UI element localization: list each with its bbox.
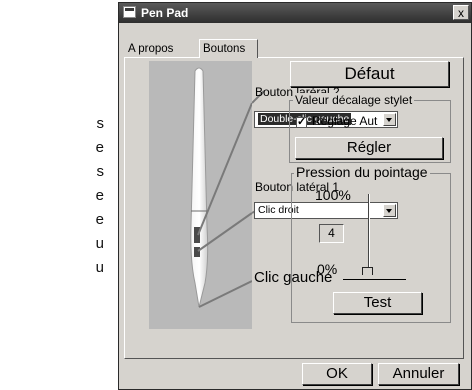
side-text-line: e — [95, 211, 104, 228]
close-button[interactable]: x — [453, 5, 469, 20]
app-icon — [123, 6, 136, 18]
cancel-button[interactable]: Annuler — [378, 363, 459, 385]
adjust-button[interactable]: Régler — [295, 137, 443, 159]
default-button[interactable]: Défaut — [290, 61, 449, 87]
pen-icon — [190, 67, 253, 308]
tab-boutons[interactable]: Boutons — [199, 39, 258, 58]
pressure-slider-thumb[interactable] — [362, 267, 373, 275]
ok-button[interactable]: OK — [302, 363, 372, 385]
pressure-slider-track[interactable] — [368, 194, 370, 268]
side-text-line: u — [95, 235, 104, 252]
pressure-min-label: 0% — [317, 261, 338, 277]
offset-group-title: Valeur décalage stylet — [293, 93, 415, 107]
side-text-line: e — [95, 187, 104, 204]
side-text-line: e — [95, 139, 104, 156]
pen-pad-window: Pen Pad x A propos Boutons Bouton laréra… — [118, 2, 472, 390]
side-text-line: s — [96, 163, 105, 180]
auto-adjust-checkbox[interactable]: ✓ — [296, 117, 307, 128]
pressure-value: 4 — [319, 224, 344, 243]
pen-illustration — [149, 61, 253, 329]
auto-adjust-label: Réglage Aut — [312, 114, 378, 128]
tab-a-propos[interactable]: A propos — [125, 41, 176, 58]
title-bar[interactable]: Pen Pad x — [119, 3, 471, 23]
side-text-column: s e s e e u u — [0, 112, 104, 280]
test-button[interactable]: Test — [333, 292, 422, 314]
pressure-group-title: Pression du pointage — [294, 164, 430, 180]
pressure-max-label: 100% — [315, 187, 351, 203]
window-title: Pen Pad — [141, 6, 189, 20]
side-text-line: u — [95, 259, 104, 276]
side-text-line: s — [96, 115, 105, 132]
